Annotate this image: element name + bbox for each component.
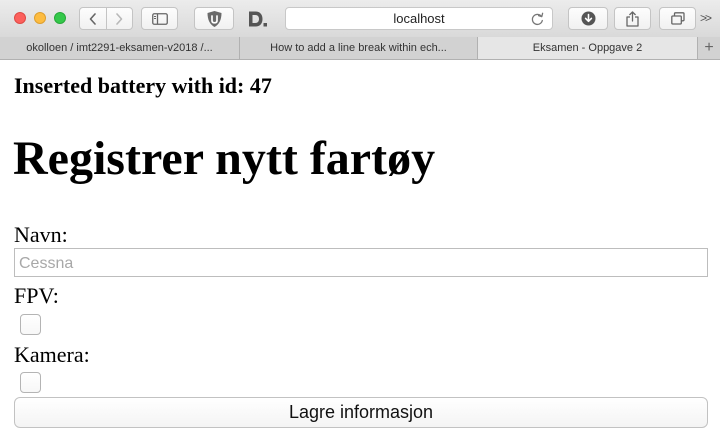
chevron-right-icon [116, 12, 123, 25]
save-button[interactable]: Lagre informasjon [14, 397, 708, 428]
navigation-buttons [79, 7, 133, 30]
new-tab-button[interactable]: + [698, 37, 720, 59]
minimize-window-button[interactable] [34, 12, 46, 24]
status-message: Inserted battery with id: 47 [14, 73, 272, 98]
d-logo-icon [249, 11, 267, 26]
back-button[interactable] [80, 8, 106, 29]
address-url: localhost [393, 11, 445, 26]
chevron-left-icon [89, 12, 96, 25]
reload-icon[interactable] [531, 12, 544, 26]
page-title: Registrer nytt fartøy [13, 132, 436, 185]
tab-overview-button[interactable] [659, 7, 696, 30]
camera-label: Kamera: [14, 342, 90, 367]
tab-line-break[interactable]: How to add a line break within ech... [240, 37, 478, 59]
sidebar-icon [151, 12, 168, 25]
camera-checkbox[interactable] [20, 372, 41, 393]
tab-bar: okolloen / imt2291-eksamen-v2018 /... Ho… [0, 37, 720, 60]
maximize-window-button[interactable] [54, 12, 66, 24]
browser-window: localhost >> okolloen / imt2291-eksamen-… [0, 0, 720, 446]
download-icon [581, 11, 595, 26]
browser-toolbar: localhost >> [0, 0, 720, 38]
shield-u-icon [207, 10, 221, 27]
forward-button[interactable] [105, 8, 133, 29]
dashlane-extension-button[interactable] [246, 7, 269, 30]
fpv-label: FPV: [14, 283, 59, 308]
downloads-button[interactable] [568, 7, 608, 30]
share-icon [626, 10, 639, 27]
sidebar-button[interactable] [141, 7, 178, 30]
share-button[interactable] [614, 7, 651, 30]
name-input[interactable] [14, 248, 708, 277]
ublock-extension-button[interactable] [194, 7, 234, 30]
page-content: Inserted battery with id: 47 Registrer n… [0, 60, 720, 446]
tabs-icon [670, 12, 685, 25]
tab-github[interactable]: okolloen / imt2291-eksamen-v2018 /... [0, 37, 240, 59]
toolbar-overflow-icon[interactable]: >> [700, 11, 712, 25]
name-label: Navn: [14, 222, 68, 247]
fpv-checkbox[interactable] [20, 314, 41, 335]
address-bar[interactable]: localhost [285, 7, 553, 30]
tab-eksamen-active[interactable]: Eksamen - Oppgave 2 [478, 37, 698, 59]
close-window-button[interactable] [14, 12, 26, 24]
